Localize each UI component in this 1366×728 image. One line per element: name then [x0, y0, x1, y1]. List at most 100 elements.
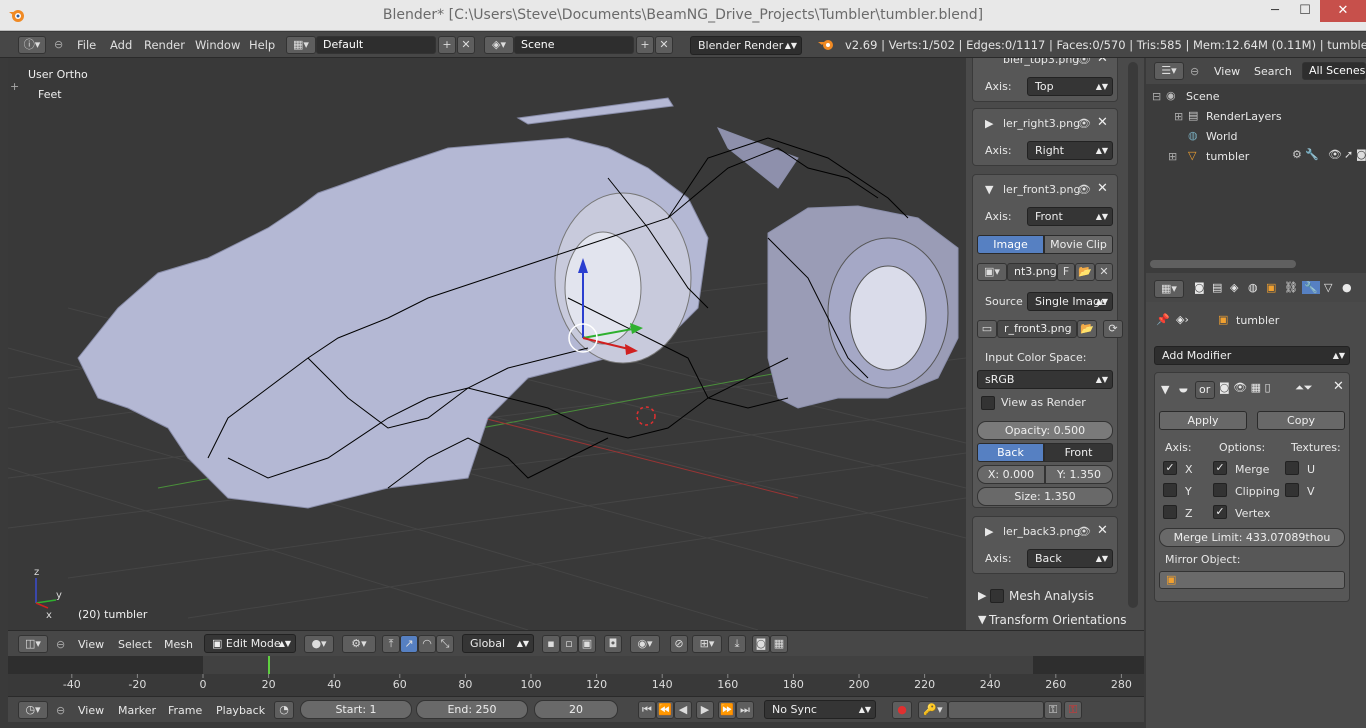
texture-v-checkbox[interactable]	[1285, 483, 1299, 497]
mesh-analysis-checkbox[interactable]	[990, 589, 1004, 603]
manipulator-toggle-icon[interactable]: ⤒	[382, 635, 400, 653]
delete-keyframe-icon[interactable]: ⚿	[1064, 701, 1082, 719]
source-image-toggle[interactable]: Image	[977, 235, 1044, 254]
move-modifier-icon[interactable]: ⏶⏷	[1295, 381, 1313, 395]
size-field[interactable]: Size: 1.350	[977, 487, 1113, 506]
insert-keyframe-icon[interactable]: ⚿	[1044, 701, 1062, 719]
preview-range-icon[interactable]: ◔	[274, 701, 294, 719]
expand-tree-icon[interactable]: ⊞	[1168, 150, 1177, 163]
expand-tree-icon[interactable]: ⊞	[1174, 110, 1183, 123]
menu-render[interactable]: Render	[144, 38, 185, 52]
delete-scene-icon[interactable]: ✕	[655, 36, 673, 54]
outliner-scrollbar[interactable]	[1150, 260, 1296, 268]
shading-icon[interactable]: ●▾	[304, 635, 334, 653]
front-toggle[interactable]: Front	[1044, 443, 1113, 462]
world-tab-icon[interactable]: ◍	[1248, 281, 1258, 294]
eye-icon[interactable]: 👁	[1077, 58, 1091, 66]
constraints-tab-icon[interactable]: ⛓	[1284, 281, 1298, 294]
toolshelf-toggle-icon[interactable]: +	[10, 80, 19, 93]
play-reverse-icon[interactable]: ◀	[674, 701, 692, 719]
axis-y-checkbox[interactable]	[1163, 483, 1177, 497]
3d-cursor-icon[interactable]	[636, 406, 656, 426]
merge-checkbox[interactable]: ✓	[1213, 461, 1227, 475]
play-icon[interactable]: ▶	[696, 701, 714, 719]
mesh-analysis-label[interactable]: Mesh Analysis	[1009, 589, 1094, 603]
browse-file-icon[interactable]: 📂	[1077, 320, 1097, 338]
data-tab-icon[interactable]: ▽	[1324, 281, 1332, 294]
select-menu[interactable]: Select	[118, 638, 152, 651]
snap-target-icon[interactable]: ⤓	[728, 635, 746, 653]
axis-z-checkbox[interactable]	[1163, 505, 1177, 519]
opacity-slider[interactable]: Opacity: 0.500	[977, 421, 1113, 440]
add-modifier-dropdown[interactable]: Add Modifier ▲▼	[1154, 346, 1350, 365]
outliner-search-menu[interactable]: Search	[1254, 65, 1292, 78]
vertex-checkbox[interactable]: ✓	[1213, 505, 1227, 519]
add-scene-icon[interactable]: +	[636, 36, 654, 54]
timeline-playback-menu[interactable]: Playback	[216, 704, 265, 717]
merge-limit-field[interactable]: Merge Limit: 433.07089thou	[1159, 528, 1345, 547]
npanel-scrollbar[interactable]	[1128, 62, 1138, 608]
axis-x-checkbox[interactable]: ✓	[1163, 461, 1177, 475]
scale-icon[interactable]: ⤡	[436, 635, 454, 653]
layers-tab-icon[interactable]: ▤	[1212, 281, 1222, 294]
viewport-canvas[interactable]: z y x	[8, 58, 966, 630]
image-name-field[interactable]: nt3.png	[1007, 263, 1057, 281]
render-tab-icon[interactable]: ◙	[1194, 281, 1205, 294]
vertex-select-icon[interactable]: ▪	[542, 635, 560, 653]
render-animation-icon[interactable]: ▦	[770, 635, 788, 653]
image-filepath-field[interactable]: r_front3.png	[997, 320, 1077, 338]
expand-arrow-icon[interactable]: ▶	[985, 117, 993, 130]
close-icon[interactable]: ✕	[1097, 523, 1108, 538]
collapse-menu-icon[interactable]: ⊖	[54, 38, 63, 51]
occlude-geometry-icon[interactable]: ◘	[604, 635, 622, 653]
outliner-view-menu[interactable]: View	[1214, 65, 1240, 78]
copy-button[interactable]: Copy	[1257, 411, 1345, 430]
collapse-menu-icon[interactable]: ⊖	[56, 638, 65, 651]
jump-end-icon[interactable]: ⏭	[736, 701, 754, 719]
menu-file[interactable]: File	[77, 38, 96, 52]
bg-top-axis-dropdown[interactable]: Top ▲▼	[1027, 77, 1113, 96]
source-movie-clip-toggle[interactable]: Movie Clip	[1044, 235, 1113, 254]
pin-icon[interactable]: 📌	[1156, 313, 1170, 326]
info-editor-type-icon[interactable]: ⓘ▾	[18, 36, 46, 54]
mesh-menu[interactable]: Mesh	[164, 638, 193, 651]
transform-orientations-label[interactable]: Transform Orientations	[989, 613, 1127, 627]
outliner-filter-dropdown[interactable]: All Scenes	[1302, 62, 1366, 80]
maximize-button[interactable]: ☐	[1290, 0, 1320, 22]
clipping-checkbox[interactable]	[1213, 483, 1227, 497]
object-tab-icon[interactable]: ▣	[1266, 281, 1276, 294]
screen-layout-icon[interactable]: ▦▾	[286, 36, 316, 54]
start-frame-field[interactable]: Start: 1	[300, 700, 412, 719]
expand-arrow-icon[interactable]: ▶	[978, 589, 986, 602]
edge-select-icon[interactable]: ▫	[560, 635, 578, 653]
bg-back-axis-dropdown[interactable]: Back ▲▼	[1027, 549, 1113, 568]
texture-u-checkbox[interactable]	[1285, 461, 1299, 475]
bg-right-axis-dropdown[interactable]: Right ▲▼	[1027, 141, 1113, 160]
menu-window[interactable]: Window	[195, 38, 240, 52]
bg-front-axis-dropdown[interactable]: Front ▲▼	[1027, 207, 1113, 226]
visibility-eye-icon[interactable]: 👁	[1328, 148, 1342, 161]
editor-type-icon[interactable]: ◫▾	[18, 635, 48, 653]
timeline-view-menu[interactable]: View	[78, 704, 104, 717]
properties-editor-type-icon[interactable]: ▦▾	[1154, 280, 1184, 298]
snap-element-icon[interactable]: ⊞▾	[692, 635, 722, 653]
eye-icon[interactable]: 👁	[1077, 117, 1091, 130]
eye-icon[interactable]: 👁	[1077, 183, 1091, 196]
view-menu[interactable]: View	[78, 638, 104, 651]
render-engine-dropdown[interactable]: Blender Render ▲▼	[690, 36, 802, 55]
delete-screen-icon[interactable]: ✕	[457, 36, 475, 54]
modifier-name-field[interactable]: or	[1195, 381, 1215, 399]
collapse-tree-icon[interactable]: ⊟	[1152, 90, 1161, 103]
mode-dropdown[interactable]: ▣ Edit Mode ▲▼	[204, 634, 296, 653]
close-icon[interactable]: ✕	[1097, 181, 1108, 196]
outliner-item-renderlayers[interactable]: RenderLayers	[1206, 110, 1282, 123]
collapse-menu-icon[interactable]: ⊖	[1190, 65, 1199, 78]
image-fake-user-toggle[interactable]: F	[1057, 263, 1075, 281]
menu-add[interactable]: Add	[110, 38, 132, 52]
close-button[interactable]: ✕	[1320, 0, 1366, 22]
timeline-frame-menu[interactable]: Frame	[168, 704, 202, 717]
timeline-marker-menu[interactable]: Marker	[118, 704, 156, 717]
reload-icon[interactable]: ⟳	[1103, 320, 1123, 338]
render-opengl-icon[interactable]: ◙	[752, 635, 770, 653]
rotate-icon[interactable]: ◠	[418, 635, 436, 653]
